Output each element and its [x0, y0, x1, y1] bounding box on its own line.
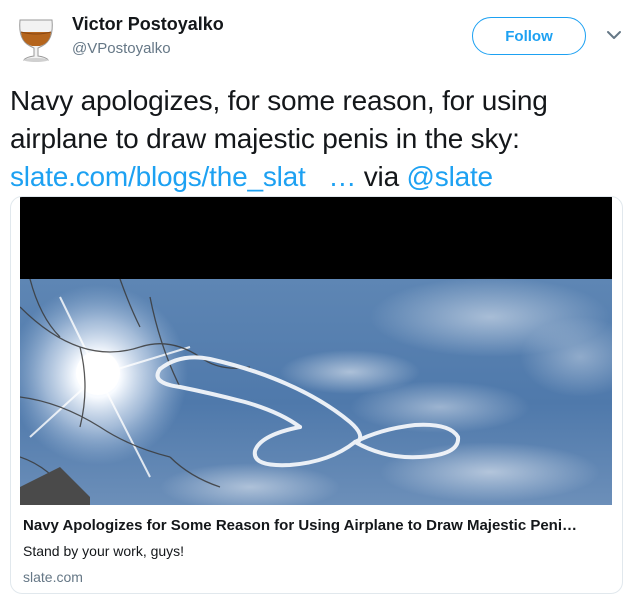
- tweet-header: Victor Postoyalko @VPostoyalko Follow: [0, 0, 634, 80]
- card-title[interactable]: Navy Apologizes for Some Reason for Usin…: [23, 517, 613, 534]
- display-name[interactable]: Victor Postoyalko: [72, 14, 224, 35]
- tweet-body: Navy apologizes, for some reason, for us…: [10, 85, 548, 154]
- link-ellipsis: …: [328, 161, 357, 192]
- card-domain: slate.com: [23, 569, 83, 585]
- tweet-link[interactable]: slate.com/blogs/the_slat: [10, 161, 306, 192]
- via-text: via: [363, 161, 399, 192]
- more-options-button[interactable]: [605, 28, 623, 42]
- mention-link[interactable]: @slate: [407, 161, 494, 192]
- follow-button[interactable]: Follow: [472, 17, 586, 55]
- card-description: Stand by your work, guys!: [23, 543, 185, 559]
- brandy-glass-icon: [14, 12, 58, 64]
- tweet-text: Navy apologizes, for some reason, for us…: [10, 82, 625, 196]
- user-handle[interactable]: @VPostoyalko: [72, 40, 171, 57]
- chevron-down-icon: [607, 31, 621, 39]
- link-card[interactable]: Navy Apologizes for Some Reason for Usin…: [10, 196, 623, 594]
- sky-photo: [20, 197, 612, 505]
- card-image[interactable]: [20, 197, 612, 505]
- avatar[interactable]: [12, 10, 60, 66]
